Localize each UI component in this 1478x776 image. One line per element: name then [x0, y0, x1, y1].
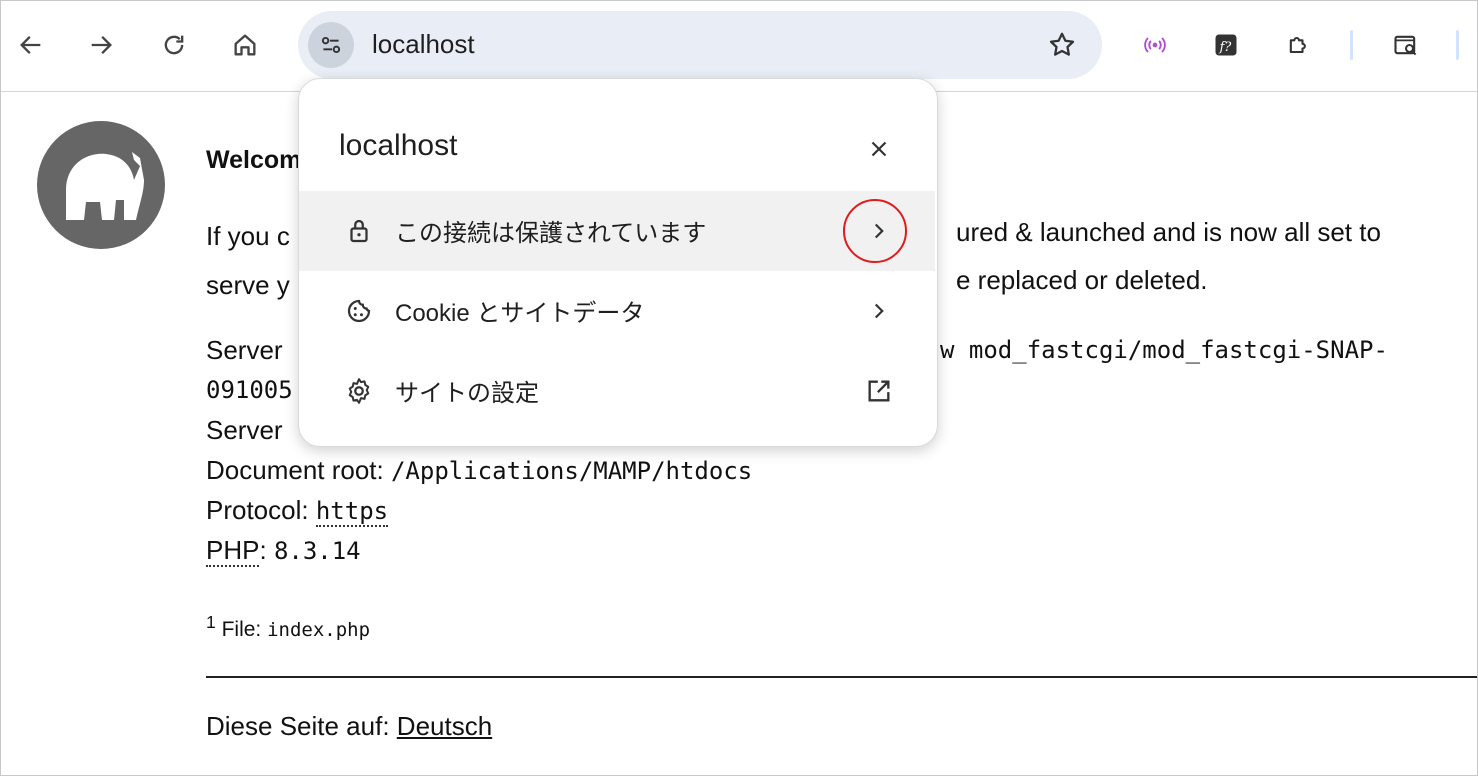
site-info-popup: localhost この接続は保護されています Cookie とサイトデータ サ…	[298, 78, 938, 447]
mamp-logo	[36, 120, 166, 250]
lock-icon	[339, 211, 379, 251]
arrow-back-icon[interactable]	[8, 22, 54, 68]
para-line2-left: serve y	[206, 270, 290, 300]
arrow-forward-icon[interactable]	[78, 22, 124, 68]
toolbar-separator	[1350, 30, 1353, 60]
site-settings-label: サイトの設定	[395, 380, 539, 407]
horizontal-rule	[206, 676, 1478, 678]
connection-secure-label: この接続は保護されています	[395, 220, 707, 247]
php-separator: :	[259, 535, 267, 565]
site-settings-item[interactable]: サイトの設定	[299, 351, 935, 431]
protocol-value: https	[315, 497, 389, 527]
docroot-value: /Applications/MAMP/htdocs	[390, 457, 753, 485]
broadcast-icon[interactable]	[1132, 22, 1178, 68]
server2-label: Server	[206, 415, 283, 445]
para-line1-right: ured & launched and is now all set to	[956, 217, 1381, 247]
puzzle-icon[interactable]	[1276, 22, 1322, 68]
reload-icon[interactable]	[151, 22, 197, 68]
server-value-line2: 091005	[206, 376, 293, 404]
close-icon[interactable]	[859, 129, 899, 169]
font-finder-icon[interactable]: f?	[1203, 22, 1249, 68]
cookie-icon	[339, 291, 379, 331]
docroot-label: Document root:	[206, 455, 384, 485]
docroot-line: Document root: /Applications/MAMP/htdocs	[206, 450, 752, 491]
cookies-label: Cookie とサイトデータ	[395, 300, 645, 327]
star-icon[interactable]	[1044, 27, 1080, 63]
language-line: Diese Seite auf: Deutsch	[206, 711, 492, 742]
popup-title: localhost	[339, 129, 458, 162]
url-text[interactable]: localhost	[372, 29, 475, 60]
protocol-label: Protocol:	[206, 495, 309, 525]
server-value-tail: w mod_fastcgi/mod_fastcgi-SNAP-	[940, 336, 1388, 364]
footnote: 1 File: index.php	[206, 612, 370, 642]
cookies-item[interactable]: Cookie とサイトデータ	[299, 271, 935, 351]
open-in-new-icon	[859, 371, 899, 411]
php-version: 8.3.14	[273, 537, 361, 565]
footnote-label: File:	[221, 618, 262, 641]
footnote-number: 1	[206, 612, 216, 632]
php-label: PHP	[206, 535, 260, 567]
language-label: Diese Seite auf:	[206, 711, 390, 741]
deutsch-link[interactable]: Deutsch	[397, 711, 492, 741]
tune-icon[interactable]	[308, 22, 354, 68]
search-page-icon[interactable]	[1383, 22, 1429, 68]
connection-secure-item[interactable]: この接続は保護されています	[299, 191, 935, 271]
footnote-file: index.php	[267, 619, 371, 641]
address-bar[interactable]: localhost	[298, 11, 1102, 79]
para-line2-right: e replaced or deleted.	[956, 265, 1208, 295]
gear-icon	[339, 371, 379, 411]
php-line: PHP: 8.3.14	[206, 530, 361, 571]
toolbar-separator	[1456, 30, 1459, 60]
server-label: Server	[206, 335, 283, 365]
home-icon[interactable]	[222, 22, 268, 68]
protocol-line: Protocol: https	[206, 490, 389, 531]
chevron-right-icon	[859, 291, 899, 331]
svg-text:f?: f?	[1219, 40, 1232, 55]
para-line1-left: If you c	[206, 221, 290, 251]
annotation-highlight-circle	[843, 199, 907, 263]
